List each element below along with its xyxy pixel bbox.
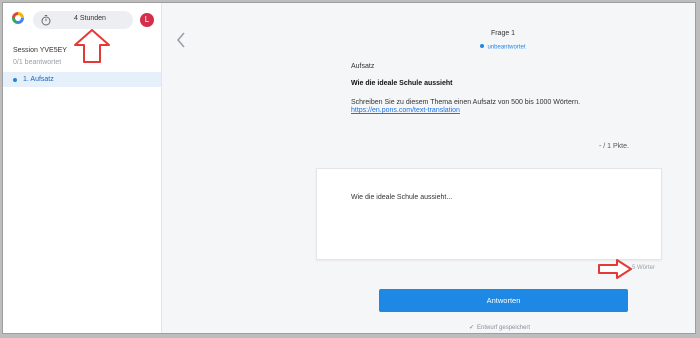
answer-text: Wie die ideale Schule aussieht... — [351, 194, 453, 201]
session-title: Session YVE5EY — [13, 47, 67, 54]
sidebar: 4 Stunden L Session YVE5EY 0/1 beantwort… — [3, 3, 162, 333]
task-title: Wie die ideale Schule aussieht — [351, 80, 453, 87]
sidebar-item-label: 1. Aufsatz — [23, 76, 54, 83]
timer-text: 4 Stunden — [74, 15, 106, 22]
word-count: 5 Wörter — [632, 265, 656, 271]
checkmark-icon: ✓ — [469, 325, 475, 331]
question-status: unbeantwortet — [423, 44, 583, 51]
points-label: - / 1 Pkte. — [599, 143, 629, 150]
annotation-arrow-right-icon — [598, 259, 632, 279]
reference-link[interactable]: https://en.pons.com/text-translation — [351, 107, 460, 114]
sidebar-item-aufsatz[interactable]: 1. Aufsatz — [3, 72, 161, 87]
annotation-arrow-up-icon — [74, 29, 110, 63]
avatar[interactable]: L — [140, 13, 154, 27]
app-logo-icon[interactable] — [12, 12, 24, 24]
draft-status-label: Entwurf gespeichert — [477, 325, 531, 331]
submit-button[interactable]: Antworten — [379, 289, 628, 312]
task-description: Schreiben Sie zu diesem Thema einen Aufs… — [351, 99, 581, 106]
active-dot-icon — [13, 78, 17, 82]
status-label: unbeantwortet — [487, 44, 526, 51]
draft-status: ✓ Entwurf gespeichert — [469, 324, 530, 331]
task-type: Aufsatz — [351, 63, 375, 70]
question-title: Frage 1 — [490, 30, 516, 37]
status-dot-icon — [480, 44, 485, 48]
chevron-left-icon[interactable] — [175, 31, 187, 49]
answer-textarea[interactable]: Wie die ideale Schule aussieht... — [316, 168, 662, 260]
app-window: 4 Stunden L Session YVE5EY 0/1 beantwort… — [2, 2, 696, 334]
session-progress: 0/1 beantwortet — [13, 59, 62, 66]
timer-pill: 4 Stunden — [33, 11, 133, 29]
